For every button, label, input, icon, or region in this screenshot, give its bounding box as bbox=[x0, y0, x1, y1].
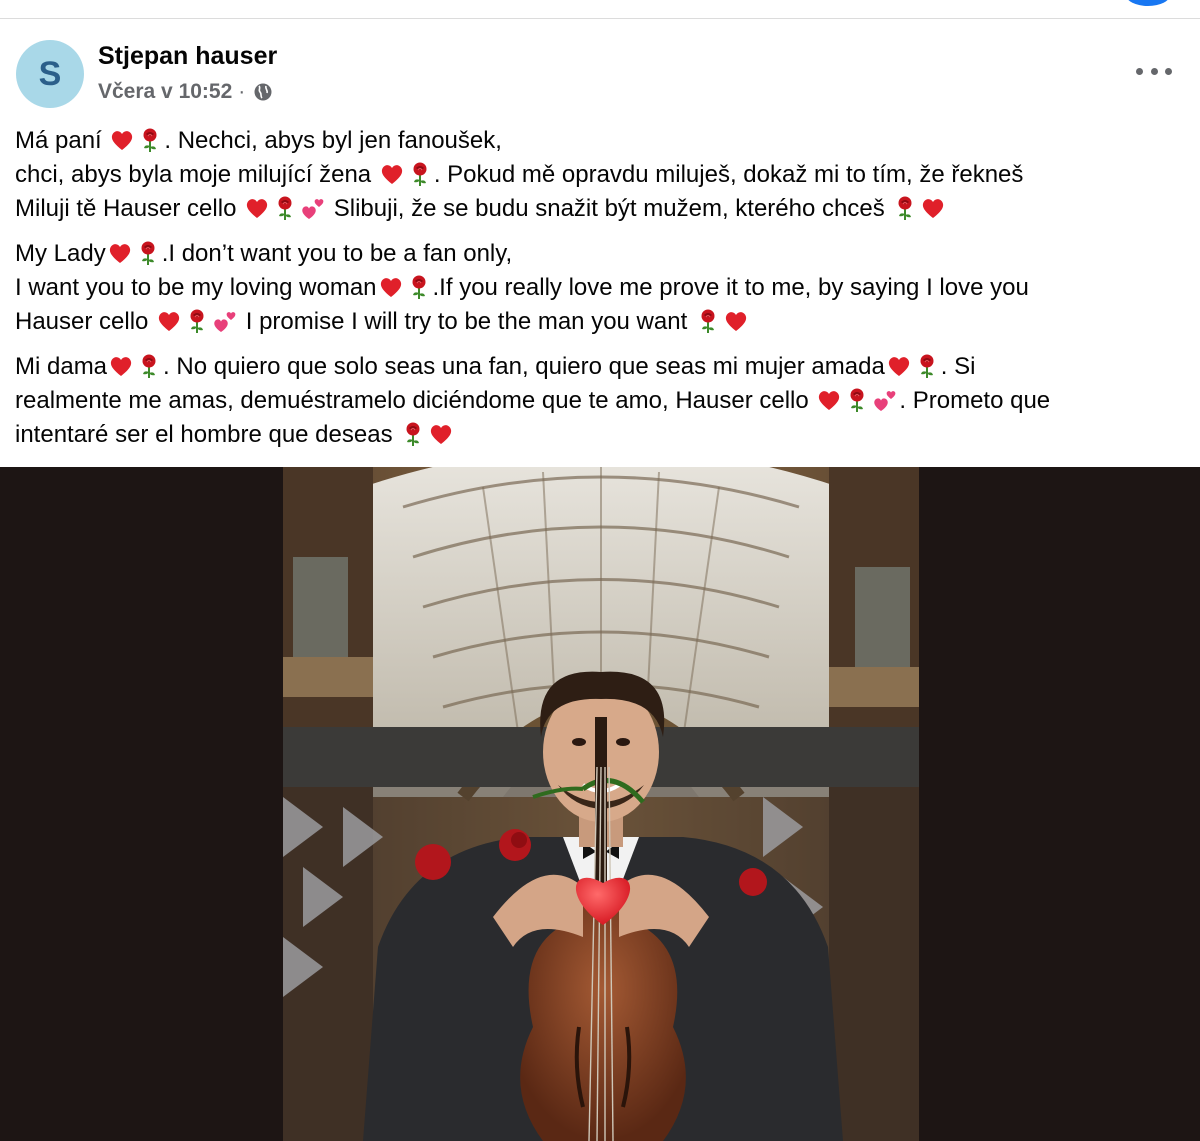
text-segment: I want you to be my loving woman bbox=[15, 274, 377, 301]
heart-icon bbox=[110, 357, 132, 376]
text-segment: realmente me amas, demuéstramelo diciénd… bbox=[15, 387, 816, 414]
meta-separator: · bbox=[238, 80, 246, 103]
heart-icon bbox=[725, 312, 747, 331]
heart-icon bbox=[819, 391, 840, 410]
post-header: S Stjepan hauser Včera v 10:52 · bbox=[0, 22, 1200, 122]
rose-icon bbox=[141, 241, 155, 265]
rose-icon bbox=[142, 354, 156, 378]
text-segment: Má paní bbox=[15, 127, 109, 154]
rose-icon bbox=[190, 309, 204, 333]
text-line: chci, abys byla moje milující žena . Pok… bbox=[15, 158, 1185, 192]
text-segment: . Nechci, abys byl jen fanoušek, bbox=[164, 127, 502, 154]
text-line: Hauser cello I promise I will try to be … bbox=[15, 305, 1185, 339]
text-segment: . No quiero que solo seas una fan, quier… bbox=[163, 353, 885, 380]
rose-icon bbox=[413, 162, 427, 186]
text-segment: My Lady bbox=[15, 240, 106, 267]
heart-icon bbox=[381, 165, 402, 184]
text-line: My Lady .I don’t want you to be a fan onl… bbox=[15, 237, 1185, 271]
more-options-icon[interactable] bbox=[1136, 60, 1172, 82]
heart-icon bbox=[246, 199, 268, 218]
heart-icon bbox=[158, 312, 180, 331]
rose-icon bbox=[850, 388, 864, 412]
text-segment: Slibuji, že se budu snažit být mužem, kt… bbox=[327, 195, 892, 222]
author-name[interactable]: Stjepan hauser bbox=[98, 42, 277, 71]
post-photo-area[interactable] bbox=[0, 467, 1200, 1141]
text-segment: .I don’t want you to be a fan only, bbox=[161, 240, 513, 267]
heart-icon bbox=[431, 425, 452, 444]
text-segment: chci, abys byla moje milující žena bbox=[15, 161, 378, 188]
rose-icon bbox=[701, 309, 715, 333]
text-segment: intentaré ser el hombre que deseas bbox=[15, 421, 400, 448]
two-hearts-icon bbox=[214, 312, 236, 332]
two-hearts-icon bbox=[302, 199, 324, 219]
text-line: realmente me amas, demuéstramelo diciénd… bbox=[15, 384, 1185, 418]
post-meta: Včera v 10:52 · bbox=[98, 80, 273, 104]
paragraph-english: My Lady .I don’t want you to be a fan onl… bbox=[15, 237, 1185, 339]
rose-icon bbox=[143, 128, 157, 152]
text-segment: Hauser cello bbox=[15, 308, 156, 335]
paragraph-spanish: Mi dama . No quiero que solo seas una fan… bbox=[15, 350, 1185, 452]
rose-icon bbox=[412, 275, 426, 299]
top-bar bbox=[0, 0, 1200, 19]
cellist-photo[interactable] bbox=[283, 467, 919, 1141]
heart-icon bbox=[380, 278, 401, 297]
paragraph-czech: Má paní . Nechci, abys byl jen fanoušek,… bbox=[15, 124, 1185, 226]
profile-button[interactable] bbox=[1126, 0, 1170, 6]
post-text: Má paní . Nechci, abys byl jen fanoušek,… bbox=[15, 124, 1185, 463]
text-line: intentaré ser el hombre que deseas bbox=[15, 418, 1185, 452]
post-time[interactable]: Včera v 10:52 bbox=[98, 80, 232, 104]
text-segment: . Pokud mě opravdu miluješ, dokaž mi to … bbox=[433, 161, 1024, 188]
photo-illustration bbox=[283, 467, 919, 1141]
avatar[interactable]: S bbox=[16, 40, 84, 108]
text-line: I want you to be my loving woman .If you … bbox=[15, 271, 1185, 305]
text-segment: .If you really love me prove it to me, b… bbox=[432, 274, 1029, 301]
rose-icon bbox=[278, 196, 292, 220]
heart-icon bbox=[112, 131, 133, 150]
rose-icon bbox=[898, 196, 912, 220]
text-segment: . Prometo que bbox=[899, 387, 1051, 414]
two-hearts-icon bbox=[874, 391, 896, 411]
text-segment: Miluji tě Hauser cello bbox=[15, 195, 244, 222]
text-line: Má paní . Nechci, abys byl jen fanoušek, bbox=[15, 124, 1185, 158]
heart-icon bbox=[888, 357, 909, 376]
text-segment: I promise I will try to be the man you w… bbox=[239, 308, 694, 335]
text-line: Miluji tě Hauser cello Slibuji, že se bu… bbox=[15, 192, 1185, 226]
heart-icon bbox=[109, 244, 130, 263]
rose-icon bbox=[920, 354, 934, 378]
heart-icon bbox=[923, 199, 944, 218]
text-segment: . Si bbox=[940, 353, 976, 380]
globe-icon[interactable] bbox=[253, 82, 273, 102]
text-segment: Mi dama bbox=[15, 353, 108, 380]
text-line: Mi dama . No quiero que solo seas una fan… bbox=[15, 350, 1185, 384]
rose-icon bbox=[406, 422, 420, 446]
